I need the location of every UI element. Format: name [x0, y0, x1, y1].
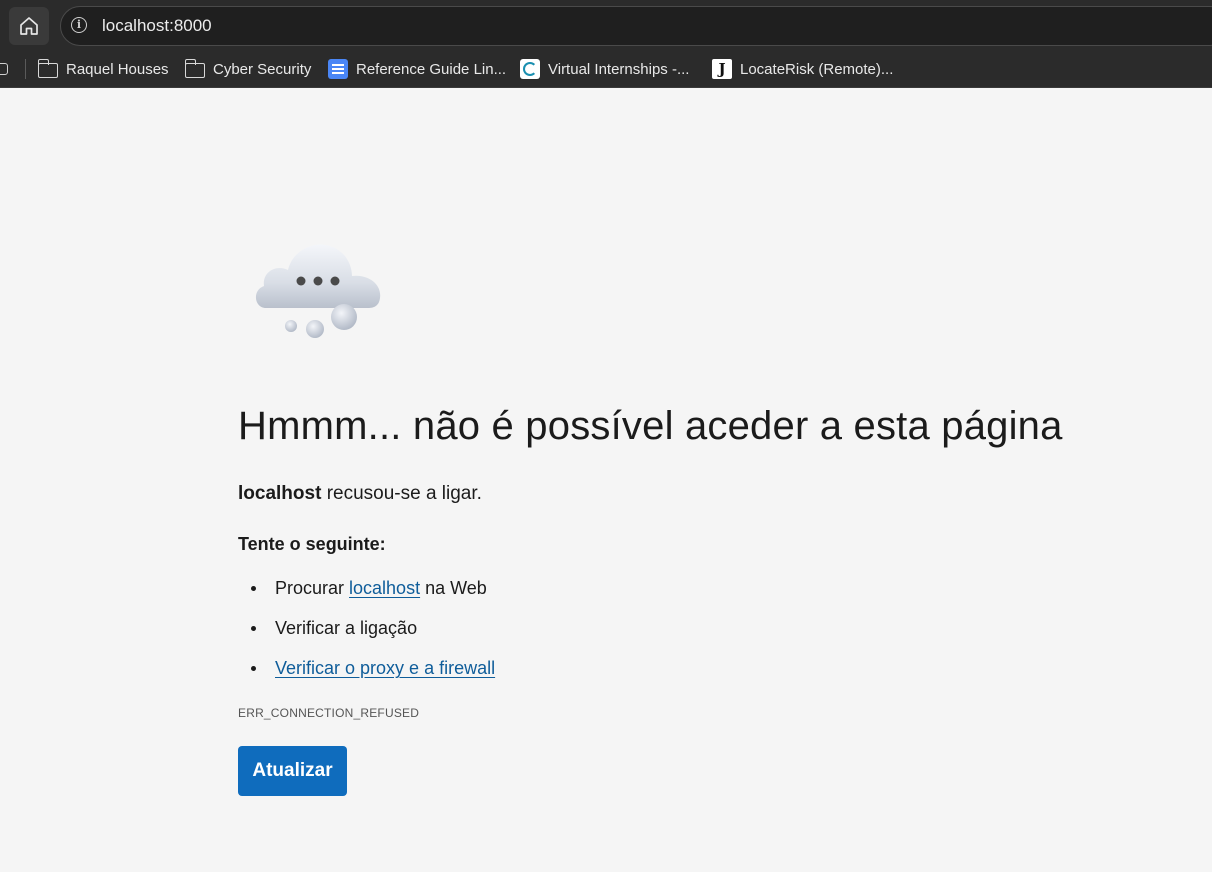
check-proxy-firewall-link[interactable]: Verificar o proxy e a firewall: [275, 658, 495, 678]
bookmark-label: Virtual Internships -...: [548, 60, 690, 78]
suggestion-check-connection: Verificar a ligação: [238, 614, 495, 654]
error-message: localhost recusou-se a ligar.: [238, 483, 482, 505]
page-title: Hmmm... não é possível aceder a esta pág…: [238, 404, 1063, 448]
suggestion-text: Procurar: [275, 578, 350, 598]
bookmark-reference-guide[interactable]: Reference Guide Lin...: [328, 52, 506, 86]
folder-icon: [37, 59, 58, 78]
url-text[interactable]: localhost:8000: [102, 16, 212, 36]
error-description: recusou-se a ligar.: [326, 483, 482, 504]
bookmarks-separator: [25, 59, 26, 79]
suggestion-text: na Web: [420, 578, 487, 598]
home-icon: [20, 17, 38, 35]
bullet-icon: [251, 586, 256, 591]
suggestion-search: Procurar localhost na Web: [238, 574, 495, 614]
suggestion-text: Verificar a ligação: [275, 618, 418, 638]
search-localhost-link[interactable]: localhost: [349, 578, 420, 598]
bullet-icon: [251, 626, 256, 631]
address-bar[interactable]: i localhost:8000: [60, 6, 1212, 46]
suggestions-heading: Tente o seguinte:: [238, 534, 386, 554]
suggestions-list: Procurar localhost na Web Verificar a li…: [238, 574, 495, 694]
bookmark-raquel-houses[interactable]: Raquel Houses: [37, 52, 169, 86]
refresh-button[interactable]: Atualizar: [238, 746, 347, 796]
cloud-illustration: [252, 238, 384, 342]
bookmark-cyber-security[interactable]: Cyber Security: [184, 52, 312, 86]
bookmark-label: Reference Guide Lin...: [356, 60, 507, 78]
google-docs-icon: [328, 59, 348, 79]
site-info-icon[interactable]: i: [71, 17, 87, 33]
home-button[interactable]: [9, 7, 49, 45]
bookmarks-bar: Raquel Houses Cyber Security Reference G…: [0, 52, 1212, 88]
virtual-internships-icon: [520, 59, 540, 79]
bookmark-overflow-icon[interactable]: [0, 63, 8, 75]
bookmark-label: Raquel Houses: [66, 60, 169, 78]
cloud-icon: [255, 244, 381, 338]
folder-icon: [184, 59, 205, 78]
locaterisk-icon: J: [712, 59, 732, 79]
bookmark-label: Cyber Security: [213, 60, 312, 78]
bullet-icon: [251, 666, 256, 671]
bookmark-label: LocateRisk (Remote)...: [740, 60, 894, 78]
browser-toolbar: i localhost:8000: [0, 0, 1212, 52]
bookmark-virtual-internships[interactable]: Virtual Internships -...: [520, 52, 689, 86]
bookmark-locaterisk[interactable]: J LocateRisk (Remote)...: [712, 52, 893, 86]
error-code: ERR_CONNECTION_REFUSED: [238, 706, 420, 720]
error-host: localhost: [238, 483, 322, 504]
suggestion-check-proxy: Verificar o proxy e a firewall: [238, 654, 495, 694]
